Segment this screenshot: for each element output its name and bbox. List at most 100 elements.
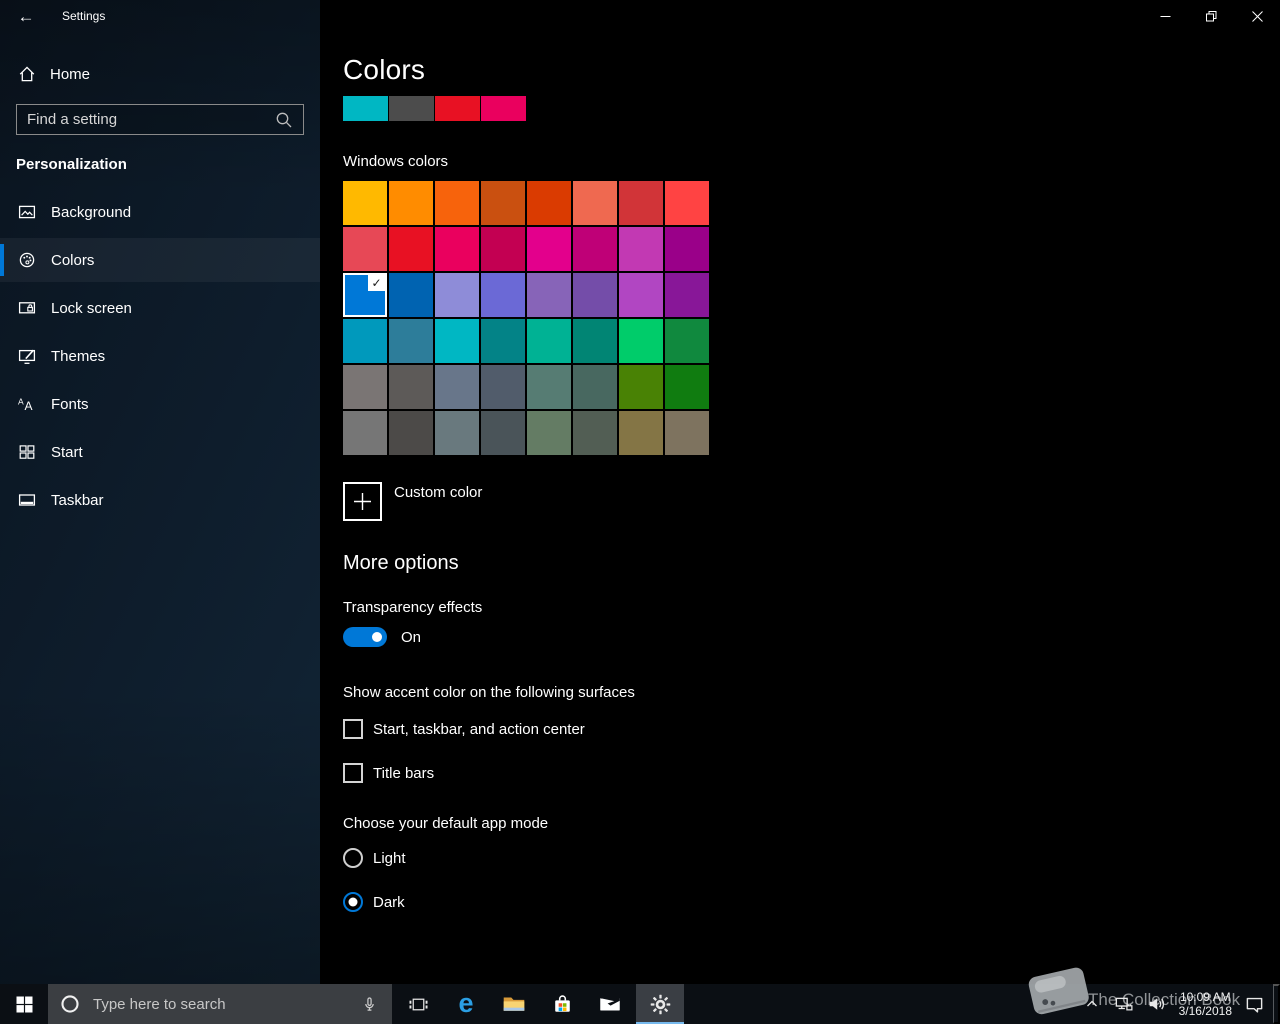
tray-date: 3/16/2018 [1179, 1004, 1232, 1018]
fonts-icon [17, 394, 37, 414]
radio-button [343, 848, 363, 868]
color-tile[interactable] [343, 227, 387, 271]
color-tile[interactable] [527, 411, 571, 455]
color-tile[interactable] [665, 319, 709, 363]
color-tile[interactable] [619, 181, 663, 225]
color-tile[interactable] [389, 411, 433, 455]
color-tile[interactable] [527, 365, 571, 409]
sidebar-item-themes[interactable]: Themes [0, 334, 320, 378]
color-tile[interactable] [665, 365, 709, 409]
color-tile[interactable] [435, 365, 479, 409]
sidebar-nav: Background Colors Lock screen Themes Fon… [0, 190, 320, 526]
close-button[interactable] [1234, 0, 1280, 33]
sidebar-item-label: Lock screen [51, 300, 132, 317]
color-tile[interactable] [665, 227, 709, 271]
color-tile[interactable] [389, 365, 433, 409]
color-tile[interactable] [573, 273, 617, 317]
color-tile[interactable] [343, 411, 387, 455]
color-tile[interactable] [481, 319, 525, 363]
color-tile[interactable] [573, 365, 617, 409]
custom-color-button[interactable] [343, 482, 382, 521]
color-tile[interactable] [481, 411, 525, 455]
color-tile[interactable] [481, 181, 525, 225]
task-view-button[interactable] [394, 984, 442, 1024]
edge-app-button[interactable]: e [442, 984, 490, 1024]
color-tile[interactable] [343, 365, 387, 409]
color-tile-selected[interactable] [343, 273, 387, 317]
close-icon [1252, 11, 1263, 22]
radio-row-dark[interactable]: Dark [343, 891, 406, 913]
color-tile[interactable] [389, 181, 433, 225]
colors-settings-page: Colors Windows colors Custom color More … [320, 0, 1280, 984]
restore-button[interactable] [1188, 0, 1234, 33]
sidebar-item-home[interactable]: Home [0, 58, 320, 90]
sidebar-item-colors[interactable]: Colors [0, 238, 320, 282]
section-header: Personalization [16, 156, 127, 173]
color-tile[interactable] [481, 273, 525, 317]
color-tile[interactable] [527, 273, 571, 317]
minimize-button[interactable] [1142, 0, 1188, 33]
task-view-icon [407, 993, 430, 1016]
home-icon [17, 64, 37, 84]
color-tile[interactable] [343, 319, 387, 363]
titlebar: ← Settings [0, 0, 320, 33]
color-tile[interactable] [435, 319, 479, 363]
color-tile[interactable] [665, 181, 709, 225]
show-desktop-button[interactable] [1273, 984, 1280, 1024]
color-tile[interactable] [619, 273, 663, 317]
back-button[interactable]: ← [6, 0, 46, 33]
microphone-icon[interactable] [359, 994, 380, 1015]
taskbar-search-input[interactable] [81, 996, 359, 1013]
color-tile[interactable] [573, 411, 617, 455]
sidebar-item-background[interactable]: Background [0, 190, 320, 234]
start-grid-icon [17, 442, 37, 462]
color-tile[interactable] [527, 319, 571, 363]
sidebar-item-lock-screen[interactable]: Lock screen [0, 286, 320, 330]
search-input[interactable] [17, 111, 274, 128]
search-icon [274, 110, 294, 130]
tray-time: 10:09 AM [1180, 990, 1231, 1004]
hidden-icons-button[interactable] [1082, 994, 1102, 1014]
color-tile[interactable] [619, 319, 663, 363]
color-tile[interactable] [527, 181, 571, 225]
volume-button[interactable] [1146, 993, 1168, 1015]
color-tile[interactable] [343, 181, 387, 225]
checkbox [343, 719, 363, 739]
toggle-state-label: On [401, 629, 421, 646]
start-button[interactable] [0, 984, 48, 1024]
color-tile[interactable] [389, 319, 433, 363]
microsoft-store-app-button[interactable] [538, 984, 586, 1024]
color-tile[interactable] [619, 227, 663, 271]
network-button[interactable] [1113, 993, 1135, 1015]
color-tile[interactable] [665, 273, 709, 317]
color-tile[interactable] [573, 227, 617, 271]
color-tile[interactable] [573, 319, 617, 363]
settings-app-button[interactable] [636, 984, 684, 1024]
color-tile[interactable] [435, 181, 479, 225]
palette-icon [17, 250, 37, 270]
color-tile[interactable] [389, 273, 433, 317]
mail-app-button[interactable] [586, 984, 634, 1024]
checkbox-row[interactable]: Start, taskbar, and action center [343, 719, 585, 739]
action-center-button[interactable] [1243, 993, 1266, 1016]
recent-color-swatch-2 [435, 96, 480, 121]
color-tile[interactable] [527, 227, 571, 271]
file-explorer-app-button[interactable] [490, 984, 538, 1024]
color-tile[interactable] [481, 365, 525, 409]
sidebar-item-fonts[interactable]: Fonts [0, 382, 320, 426]
transparency-toggle[interactable] [343, 627, 387, 647]
color-tile[interactable] [435, 227, 479, 271]
color-tile[interactable] [619, 365, 663, 409]
checkbox-row[interactable]: Title bars [343, 763, 585, 783]
clock[interactable]: 10:09 AM 3/16/2018 [1179, 990, 1232, 1018]
color-tile[interactable] [389, 227, 433, 271]
color-tile[interactable] [573, 181, 617, 225]
color-tile[interactable] [481, 227, 525, 271]
color-tile[interactable] [435, 411, 479, 455]
color-tile[interactable] [619, 411, 663, 455]
color-tile[interactable] [435, 273, 479, 317]
color-tile[interactable] [665, 411, 709, 455]
sidebar-item-taskbar[interactable]: Taskbar [0, 478, 320, 522]
sidebar-item-start[interactable]: Start [0, 430, 320, 474]
radio-row-light[interactable]: Light [343, 847, 406, 869]
